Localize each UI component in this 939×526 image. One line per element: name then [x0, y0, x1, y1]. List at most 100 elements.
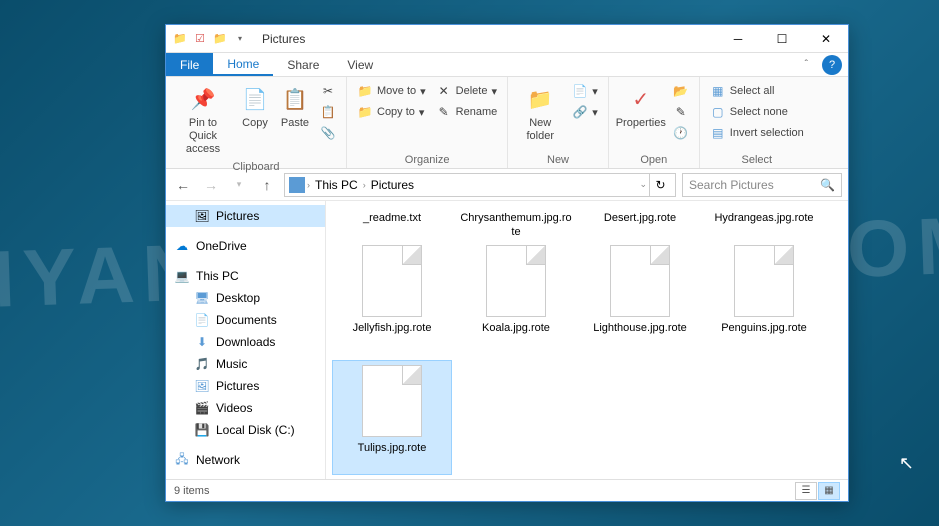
file-name: Hydrangeas.jpg.rote [714, 211, 813, 225]
easyaccess-icon: 🔗 [572, 104, 588, 120]
pin-quick-access-button[interactable]: 📌 Pin to Quick access [172, 81, 234, 159]
pictures2-icon: 🖼 [194, 378, 210, 394]
videos-icon: 🎬 [194, 400, 210, 416]
file-item[interactable]: Jellyfish.jpg.rote [332, 241, 452, 356]
help-icon[interactable]: ? [822, 55, 842, 75]
tab-file[interactable]: File [166, 53, 213, 76]
copyto-icon: 📁 [357, 104, 373, 120]
open-button[interactable]: 📂 [669, 81, 693, 101]
delete-button[interactable]: ✕Delete ▾ [432, 81, 502, 101]
file-name: Tulips.jpg.rote [358, 441, 427, 455]
copypath-icon: 📋 [320, 104, 336, 120]
ribbon-group-organize: 📁Move to ▾ 📁Copy to ▾ ✕Delete ▾ ✎Rename … [347, 77, 508, 168]
new-folder-button[interactable]: 📁 New folder [514, 81, 566, 145]
file-item[interactable]: Koala.jpg.rote [456, 241, 576, 356]
qat-properties-icon[interactable]: ☑ [192, 31, 208, 47]
edit-button[interactable]: ✎ [669, 102, 693, 122]
tab-home[interactable]: Home [213, 53, 273, 76]
file-item[interactable]: Tulips.jpg.rote [332, 360, 452, 475]
sidebar-item-thispc[interactable]: 💻This PC [166, 265, 325, 287]
sidebar-item-videos[interactable]: 🎬Videos [166, 397, 325, 419]
properties-button[interactable]: ✓ Properties [615, 81, 667, 132]
sidebar-item-onedrive[interactable]: ☁OneDrive [166, 235, 325, 257]
back-button[interactable]: ← [172, 174, 194, 196]
tab-view[interactable]: View [333, 53, 387, 76]
file-list[interactable]: _readme.txt Chrysanthemum.jpg.roteDesert.… [326, 201, 848, 479]
navigation-bar: ← → ▾ ↑ › This PC › Pictures ⌄ ↻ Search … [166, 169, 848, 201]
forward-button[interactable]: → [200, 174, 222, 196]
file-icon [362, 365, 422, 437]
properties-icon: ✓ [625, 83, 657, 115]
search-input[interactable]: Search Pictures 🔍 [682, 173, 842, 197]
invert-selection-button[interactable]: ▤Invert selection [706, 123, 808, 143]
disk-icon: 💾 [194, 422, 210, 438]
rename-button[interactable]: ✎Rename [432, 102, 502, 122]
ribbon-group-open: ✓ Properties 📂 ✎ 🕐 Open [609, 77, 700, 168]
ribbon-group-new: 📁 New folder 📄▾ 🔗▾ New [508, 77, 609, 168]
tab-share[interactable]: Share [273, 53, 333, 76]
file-item[interactable]: Hydrangeas.jpg.rote [704, 207, 824, 237]
icons-view-button[interactable]: ▦ [818, 482, 840, 500]
window-controls: ─ ☐ ✕ [716, 25, 848, 53]
file-name: _readme.txt [363, 211, 421, 225]
copy-button[interactable]: 📄 Copy [236, 81, 274, 132]
new-item-button[interactable]: 📄▾ [568, 81, 602, 101]
file-item[interactable]: Desert.jpg.rote [580, 207, 700, 237]
paste-button[interactable]: 📋 Paste [276, 81, 314, 132]
minimize-button[interactable]: ─ [716, 25, 760, 53]
shortcut-icon: 📎 [320, 125, 336, 141]
sidebar-item-network[interactable]: 🖧Network [166, 449, 325, 471]
desktop-icon: 🖥 [194, 290, 210, 306]
sidebar-item-pictures-qa[interactable]: 🖼Pictures [166, 205, 325, 227]
file-item[interactable]: Penguins.jpg.rote [704, 241, 824, 356]
network-icon: 🖧 [174, 452, 190, 468]
selectall-icon: ▦ [710, 83, 726, 99]
onedrive-icon: ☁ [174, 238, 190, 254]
select-none-button[interactable]: ▢Select none [706, 102, 808, 122]
recent-dropdown[interactable]: ▾ [228, 174, 250, 196]
address-bar[interactable]: › This PC › Pictures ⌄ ↻ [284, 173, 676, 197]
cut-button[interactable]: ✂ [316, 81, 340, 101]
sidebar-item-pictures[interactable]: 🖼Pictures [166, 375, 325, 397]
music-icon: 🎵 [194, 356, 210, 372]
qat-newfolder-icon[interactable]: 📁 [212, 31, 228, 47]
explorer-icon: 📁 [172, 31, 188, 47]
breadcrumb-pictures[interactable]: Pictures [368, 178, 417, 192]
open-icon: 📂 [673, 83, 689, 99]
qat-dropdown-icon[interactable]: ▾ [232, 31, 248, 47]
selectnone-icon: ▢ [710, 104, 726, 120]
copy-path-button[interactable]: 📋 [316, 102, 340, 122]
move-to-button[interactable]: 📁Move to ▾ [353, 81, 430, 101]
sidebar-item-desktop[interactable]: 🖥Desktop [166, 287, 325, 309]
collapse-ribbon-button[interactable]: ˆ [797, 53, 816, 76]
easy-access-button[interactable]: 🔗▾ [568, 102, 602, 122]
mouse-cursor: ↖ [899, 453, 914, 474]
view-mode-toggle: ☰ ▦ [795, 482, 840, 500]
sidebar-item-documents[interactable]: 📄Documents [166, 309, 325, 331]
history-button[interactable]: 🕐 [669, 123, 693, 143]
quick-access-toolbar: 📁 ☑ 📁 ▾ [166, 31, 254, 47]
details-view-button[interactable]: ☰ [795, 482, 817, 500]
breadcrumb-thispc[interactable]: This PC [312, 178, 361, 192]
history-icon: 🕐 [673, 125, 689, 141]
close-button[interactable]: ✕ [804, 25, 848, 53]
thispc-icon: 💻 [174, 268, 190, 284]
maximize-button[interactable]: ☐ [760, 25, 804, 53]
ribbon: 📌 Pin to Quick access 📄 Copy 📋 Paste ✂ 📋… [166, 77, 848, 169]
copy-to-button[interactable]: 📁Copy to ▾ [353, 102, 430, 122]
copy-icon: 📄 [239, 83, 271, 115]
sidebar-item-downloads[interactable]: ⬇Downloads [166, 331, 325, 353]
address-dropdown-icon[interactable]: ⌄ [639, 179, 647, 190]
sidebar-item-localdisk[interactable]: 💾Local Disk (C:) [166, 419, 325, 441]
status-bar: 9 items ☰ ▦ [166, 479, 848, 501]
select-all-button[interactable]: ▦Select all [706, 81, 808, 101]
file-item[interactable]: Lighthouse.jpg.rote [580, 241, 700, 356]
pictures-icon: 🖼 [194, 208, 210, 224]
refresh-button[interactable]: ↻ [649, 174, 671, 196]
file-item[interactable]: _readme.txt [332, 207, 452, 237]
up-button[interactable]: ↑ [256, 174, 278, 196]
sidebar-item-music[interactable]: 🎵Music [166, 353, 325, 375]
paste-shortcut-button[interactable]: 📎 [316, 123, 340, 143]
file-item[interactable]: Chrysanthemum.jpg.rote [456, 207, 576, 237]
file-name: Jellyfish.jpg.rote [353, 321, 432, 335]
